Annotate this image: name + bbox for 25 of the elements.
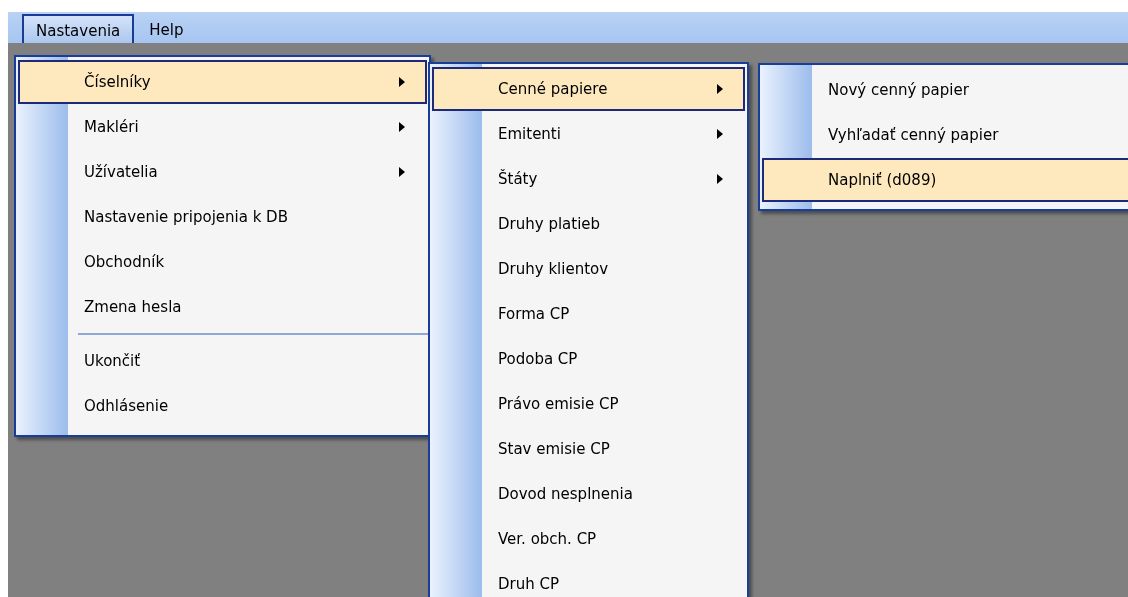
- menu-item[interactable]: Podoba CP: [432, 337, 745, 381]
- menu-item[interactable]: Makléri: [18, 105, 427, 149]
- menu-item[interactable]: Druhy platieb: [432, 202, 745, 246]
- menu-item[interactable]: Číselníky: [18, 60, 427, 104]
- menu-bar-item[interactable]: Help: [136, 14, 197, 45]
- menu-item[interactable]: Cenné papiere: [432, 67, 745, 111]
- menu-item[interactable]: Emitenti: [432, 112, 745, 156]
- menu-item[interactable]: Druhy klientov: [432, 247, 745, 291]
- menu-item[interactable]: Forma CP: [432, 292, 745, 336]
- menu-item[interactable]: Odhlásenie: [18, 384, 427, 428]
- menu-item[interactable]: Vyhľadať cenný papier: [762, 113, 1128, 157]
- menu-item[interactable]: Ver. obch. CP: [432, 517, 745, 561]
- menu-item[interactable]: Druh CP: [432, 562, 745, 597]
- menu-item[interactable]: Dovod nesplnenia: [432, 472, 745, 516]
- menu-item[interactable]: Užívatelia: [18, 150, 427, 194]
- menu-item[interactable]: Ukončiť: [18, 339, 427, 383]
- menu-item[interactable]: Obchodník: [18, 240, 427, 284]
- menu-item[interactable]: Štáty: [432, 157, 745, 201]
- menu-item[interactable]: Nastavenie pripojenia k DB: [18, 195, 427, 239]
- menu-bar-item[interactable]: Nastavenia: [22, 14, 135, 45]
- menu-item[interactable]: Zmena hesla: [18, 285, 427, 329]
- menu-item[interactable]: Naplniť (d089): [762, 158, 1128, 202]
- menu-item[interactable]: Právo emisie CP: [432, 382, 745, 426]
- menu-item[interactable]: Nový cenný papier: [762, 68, 1128, 112]
- menu-item[interactable]: Stav emisie CP: [432, 427, 745, 471]
